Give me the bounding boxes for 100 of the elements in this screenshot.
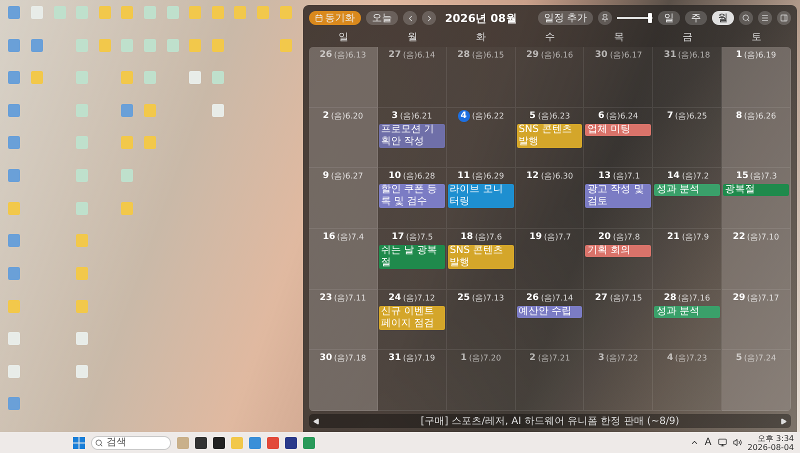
day-cell[interactable]: 7 (음)6.25: [653, 108, 722, 168]
day-cell[interactable]: 15 (음)7.3 광복절: [722, 168, 791, 229]
event-bar[interactable]: 성과 분석: [654, 306, 720, 318]
day-cell[interactable]: 22 (음)7.10: [722, 229, 791, 290]
file-icon[interactable]: [212, 104, 224, 117]
folder-icon[interactable]: [121, 71, 134, 84]
spreadsheet-icon[interactable]: [144, 71, 156, 84]
folder-icon[interactable]: [212, 6, 224, 19]
spreadsheet-icon[interactable]: [166, 38, 179, 52]
folder-icon[interactable]: [121, 6, 134, 19]
chevron-icon[interactable]: [690, 438, 699, 447]
view-tab[interactable]: 월: [712, 11, 734, 25]
day-cell[interactable]: 25 (음)7.13: [446, 290, 516, 350]
spreadsheet-icon[interactable]: [76, 202, 88, 215]
day-cell[interactable]: 5 (음)7.24: [722, 350, 791, 411]
pin-button[interactable]: [598, 11, 612, 25]
monitor-icon[interactable]: [718, 438, 726, 447]
next-icon[interactable]: [780, 418, 787, 424]
folder-icon[interactable]: [8, 202, 20, 215]
clock-time[interactable]: 오후 3:34: [757, 434, 794, 442]
windows-icon[interactable]: [72, 436, 85, 448]
day-cell[interactable]: 24 (음)7.12 신규 이벤트 페이지 점검: [378, 290, 447, 350]
day-cell[interactable]: 4 (음)6.22: [446, 108, 516, 168]
search-field[interactable]: 검색: [90, 436, 171, 450]
folder-icon[interactable]: [121, 136, 134, 150]
day-cell[interactable]: 23 (음)7.11: [309, 290, 378, 350]
browser-icon[interactable]: [266, 436, 279, 448]
event-bar[interactable]: 광복절: [723, 184, 789, 196]
folder-icon[interactable]: [98, 6, 111, 19]
folder-icon[interactable]: [144, 136, 156, 150]
clock-date[interactable]: 2026-08-04: [748, 442, 794, 452]
spreadsheet-icon[interactable]: [302, 436, 315, 448]
day-cell[interactable]: 8 (음)6.26: [722, 108, 791, 168]
menu-button[interactable]: [758, 11, 772, 25]
previous-button[interactable]: [403, 11, 417, 25]
file-icon[interactable]: [189, 71, 202, 84]
file-icon[interactable]: [76, 332, 88, 346]
spreadsheet-icon[interactable]: [144, 38, 156, 52]
folder-icon[interactable]: [144, 104, 156, 117]
day-cell[interactable]: 2 (음)6.20: [309, 108, 378, 168]
spreadsheet-icon[interactable]: [76, 169, 88, 182]
day-cell[interactable]: 27 (음)6.14: [378, 47, 447, 108]
day-cell[interactable]: 26 (음)7.14 예산안 수립: [516, 290, 584, 350]
widget-icon[interactable]: [176, 436, 189, 448]
view-tab[interactable]: 일: [658, 11, 680, 25]
day-cell[interactable]: 6 (음)6.24 업체 미팅: [584, 108, 654, 168]
view-tab[interactable]: 주: [685, 11, 707, 25]
spreadsheet-icon[interactable]: [166, 6, 179, 19]
folder-icon[interactable]: [280, 38, 292, 52]
event-bar[interactable]: 광고 작성 및 검토: [585, 184, 652, 208]
day-cell[interactable]: 3 (음)7.22: [584, 350, 654, 411]
day-cell[interactable]: 30 (음)7.18: [309, 350, 378, 411]
day-cell[interactable]: 31 (음)7.19: [378, 350, 447, 411]
day-cell[interactable]: 18 (음)7.6 SNS 콘텐츠 발행: [446, 229, 516, 290]
day-cell[interactable]: 27 (음)7.15: [584, 290, 654, 350]
folder-icon[interactable]: [212, 38, 224, 52]
day-cell[interactable]: 9 (음)6.27: [309, 168, 378, 229]
folder-icon[interactable]: [189, 6, 202, 19]
app-icon[interactable]: [212, 436, 225, 448]
folder-icon[interactable]: [98, 38, 111, 52]
day-cell[interactable]: 20 (음)7.8 기획 회의: [584, 229, 654, 290]
folder-icon[interactable]: [76, 300, 88, 313]
day-cell[interactable]: 14 (음)7.2 성과 분석: [653, 168, 722, 229]
event-bar[interactable]: 프로모션 기획안 작성: [378, 124, 445, 148]
previous-icon[interactable]: [313, 418, 320, 424]
file-icon[interactable]: [8, 364, 20, 378]
file-icon[interactable]: [8, 332, 20, 346]
day-cell[interactable]: 10 (음)6.28 할인 쿠폰 등록 및 검수: [378, 168, 447, 229]
event-bar[interactable]: 업체 미팅: [585, 124, 652, 136]
event-bar[interactable]: 성과 분석: [654, 184, 720, 196]
spreadsheet-icon[interactable]: [212, 71, 224, 84]
volume-icon[interactable]: [732, 438, 742, 447]
event-bar[interactable]: 예산안 수립: [516, 306, 582, 318]
day-cell[interactable]: 13 (음)7.1 광고 작성 및 검토: [584, 168, 654, 229]
event-bar[interactable]: 기획 회의: [585, 245, 652, 257]
folder-icon[interactable]: [76, 234, 88, 248]
folder-icon[interactable]: [280, 6, 292, 19]
task-view-icon[interactable]: [194, 436, 207, 448]
input-method-indicator[interactable]: A: [704, 437, 712, 448]
file-icon[interactable]: [30, 6, 43, 19]
file-icon[interactable]: [76, 364, 88, 378]
day-cell[interactable]: 31 (음)6.18: [653, 47, 722, 108]
side-panel-button[interactable]: [777, 11, 791, 25]
folder-icon[interactable]: [230, 436, 243, 448]
spreadsheet-icon[interactable]: [121, 169, 134, 182]
day-cell[interactable]: 3 (음)6.21 프로모션 기획안 작성: [378, 108, 447, 168]
search-button[interactable]: [739, 11, 753, 25]
event-bar[interactable]: 라이브 모니터링: [448, 184, 514, 208]
spreadsheet-icon[interactable]: [144, 6, 156, 19]
day-cell[interactable]: 26 (음)6.13: [309, 47, 378, 108]
day-cell[interactable]: 21 (음)7.9: [653, 229, 722, 290]
folder-icon[interactable]: [234, 6, 246, 19]
day-cell[interactable]: 28 (음)6.15: [446, 47, 516, 108]
folder-icon[interactable]: [76, 266, 88, 280]
app-icon[interactable]: [284, 436, 297, 448]
day-cell[interactable]: 12 (음)6.30: [516, 168, 584, 229]
folder-icon[interactable]: [257, 6, 270, 19]
day-cell[interactable]: 30 (음)6.17: [584, 47, 654, 108]
today-button[interactable]: 오늘: [366, 11, 398, 25]
day-cell[interactable]: 1 (음)7.20: [446, 350, 516, 411]
